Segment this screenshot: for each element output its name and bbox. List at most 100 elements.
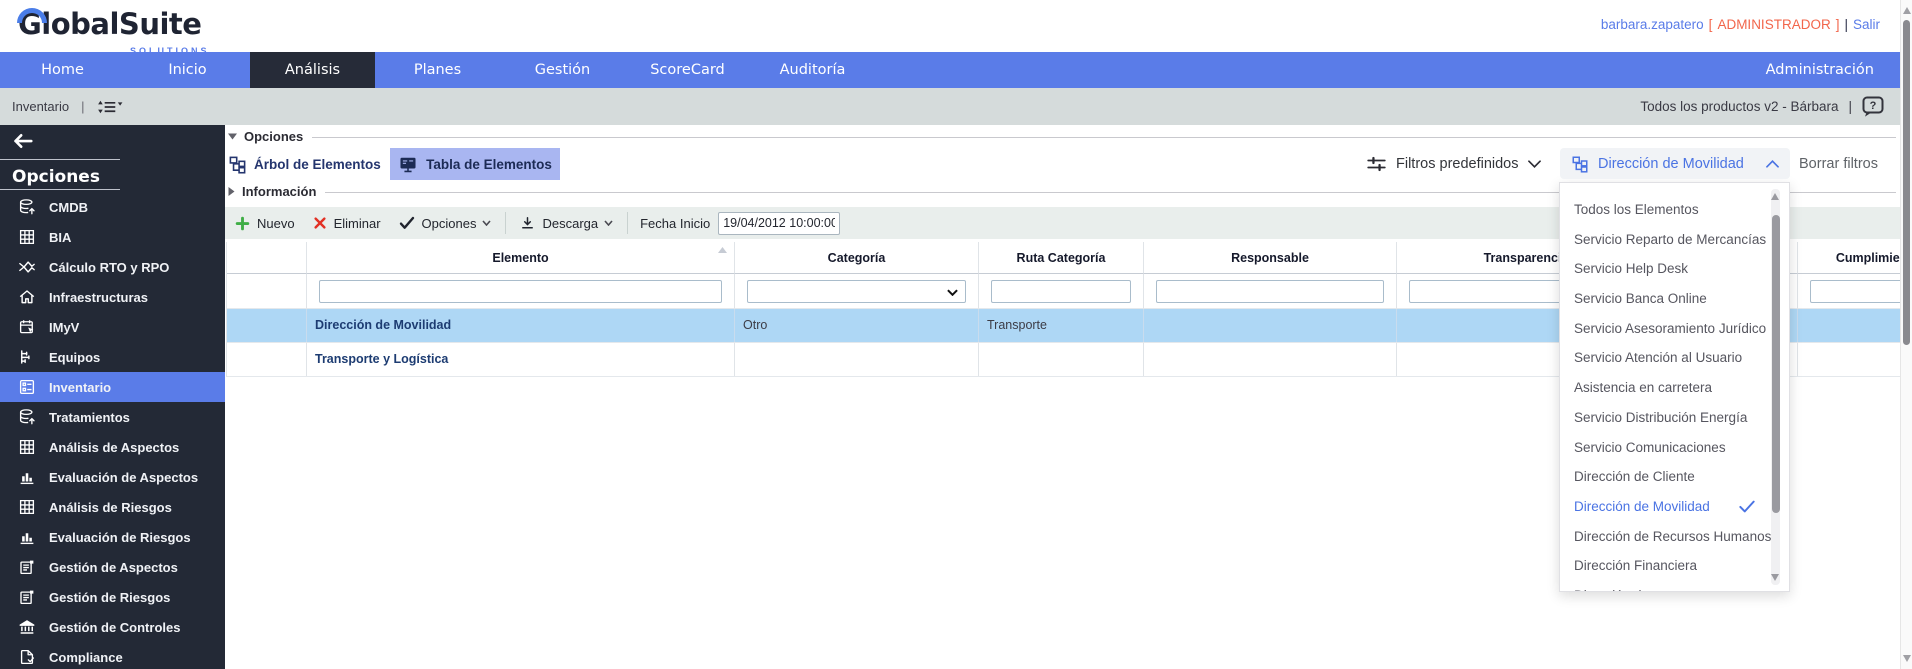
dropdown-option-selected[interactable]: Dirección de Movilidad — [1560, 492, 1789, 522]
sidebar-item-gestion-controles[interactable]: Gestión de Controles — [0, 612, 225, 642]
plus-icon[interactable] — [235, 216, 250, 231]
nav-item-gestion[interactable]: Gestión — [500, 52, 625, 88]
dropdown-option[interactable]: Dirección de Cliente — [1560, 462, 1789, 492]
row-selector-cell[interactable] — [227, 309, 307, 342]
page-scrollbar-thumb[interactable] — [1903, 20, 1910, 345]
check-icon — [1739, 500, 1755, 513]
product-context-label: Todos los productos v2 - Bárbara — [1640, 99, 1838, 114]
sidebar-item-gestion-aspectos[interactable]: Gestión de Aspectos — [0, 552, 225, 582]
dropdown-option[interactable]: Todos los Elementos — [1560, 195, 1789, 225]
chevron-up-icon — [1766, 160, 1779, 168]
dropdown-option-clipped[interactable]: Dirección de — [1560, 581, 1789, 592]
download-icon[interactable] — [520, 215, 535, 231]
start-date-input[interactable] — [718, 212, 840, 235]
collapse-sidebar-button[interactable] — [12, 132, 33, 150]
tab-arbol-elementos[interactable]: Árbol de Elementos — [228, 148, 381, 180]
cell-elemento[interactable]: Transporte y Logística — [307, 343, 735, 376]
sidebar-item-analisis-aspectos[interactable]: Análisis de Aspectos — [0, 432, 225, 462]
username-link[interactable]: barbara.zapatero — [1601, 17, 1704, 32]
nav-item-inicio[interactable]: Inicio — [125, 52, 250, 88]
triangle-down-icon[interactable] — [228, 133, 237, 140]
element-filter-dropdown: Todos los Elementos Servicio Reparto de … — [1559, 182, 1790, 592]
chevron-down-icon — [1528, 160, 1541, 168]
filter-input-ruta-categoria[interactable] — [991, 280, 1131, 303]
sidebar-item-calculo-rto-rpo[interactable]: Cálculo RTO y RPO — [0, 252, 225, 282]
nav-item-auditoria[interactable]: Auditoría — [750, 52, 875, 88]
options-menu-button[interactable]: Opciones — [422, 216, 477, 231]
tab-label: Tabla de Elementos — [426, 157, 552, 172]
sidebar-item-inventario[interactable]: Inventario — [0, 372, 225, 402]
cell-ruta-categoria: Transporte — [979, 309, 1144, 342]
dropdown-option[interactable]: Servicio Banca Online — [1560, 284, 1789, 314]
dropdown-option[interactable]: Servicio Asesoramiento Jurídico — [1560, 314, 1789, 344]
nav-item-administracion[interactable]: Administración — [1766, 52, 1874, 88]
filter-cell-selector — [227, 274, 307, 309]
dropdown-option[interactable]: Dirección de Recursos Humanos — [1560, 522, 1789, 552]
nav-item-analisis[interactable]: Análisis — [250, 52, 375, 88]
sidebar-item-analisis-riesgos[interactable]: Análisis de Riesgos — [0, 492, 225, 522]
column-header-cumplimiento[interactable]: Cumplimiento — [1798, 242, 1912, 274]
sidebar-item-cmdb[interactable]: CMDB — [0, 192, 225, 222]
nav-item-scorecard[interactable]: ScoreCard — [625, 52, 750, 88]
sidebar-item-compliance[interactable]: Compliance — [0, 642, 225, 669]
database-upload-icon — [18, 198, 36, 216]
sort-asc-icon[interactable] — [718, 247, 727, 253]
dropdown-scrollbar-thumb[interactable] — [1772, 215, 1780, 513]
delete-button[interactable]: Eliminar — [334, 216, 381, 231]
column-header-elemento[interactable]: Elemento — [307, 242, 735, 274]
column-header-categoria[interactable]: Categoría — [735, 242, 979, 274]
nav-item-home[interactable]: Home — [0, 52, 125, 88]
column-header-ruta-categoria[interactable]: Ruta Categoría — [979, 242, 1144, 274]
cell-elemento[interactable]: Dirección de Movilidad — [307, 309, 735, 342]
sidebar-item-tratamientos[interactable]: Tratamientos — [0, 402, 225, 432]
dropdown-scrollbar[interactable] — [1771, 189, 1780, 585]
row-selector-cell[interactable] — [227, 343, 307, 376]
dropdown-option[interactable]: Servicio Atención al Usuario — [1560, 343, 1789, 373]
help-icon[interactable]: ? — [1862, 96, 1884, 117]
sidebar-item-imyv[interactable]: IMyV — [0, 312, 225, 342]
active-filter-dropdown-button[interactable]: Dirección de Movilidad — [1560, 148, 1790, 179]
logout-link[interactable]: Salir — [1853, 17, 1880, 32]
sidebar-item-evaluacion-aspectos[interactable]: Evaluación de Aspectos — [0, 462, 225, 492]
delete-x-icon[interactable] — [313, 216, 327, 230]
scroll-up-arrow-icon[interactable] — [1903, 7, 1911, 14]
globalsuite-logo[interactable]: GlobalSuite SOLUTIONS — [18, 5, 238, 51]
filter-input-elemento[interactable] — [319, 280, 722, 303]
sidebar-item-infraestructuras[interactable]: Infraestructuras — [0, 282, 225, 312]
sidebar-item-label: CMDB — [49, 200, 88, 215]
tree-icon — [1571, 155, 1589, 173]
scroll-down-arrow-icon[interactable] — [1903, 655, 1911, 662]
check-icon[interactable] — [399, 216, 415, 230]
download-button[interactable]: Descarga — [542, 216, 598, 231]
tab-tabla-elementos[interactable]: Tabla de Elementos — [390, 148, 560, 180]
chevron-down-icon — [947, 289, 958, 296]
filter-select-categoria[interactable] — [747, 280, 966, 303]
caret-down-icon[interactable] — [604, 220, 613, 226]
sidebar-item-bia[interactable]: BIA — [0, 222, 225, 252]
column-header-responsable[interactable]: Responsable — [1144, 242, 1397, 274]
triangle-right-icon[interactable] — [228, 187, 235, 196]
sort-list-icon[interactable] — [96, 99, 123, 115]
clear-filters-button[interactable]: Borrar filtros — [1799, 156, 1878, 172]
user-session-info: barbara.zapatero [ ADMINISTRADOR ] | Sal… — [1601, 17, 1880, 32]
sidebar-item-evaluacion-riesgos[interactable]: Evaluación de Riesgos — [0, 522, 225, 552]
page-scrollbar[interactable] — [1900, 0, 1912, 669]
caret-down-icon[interactable] — [482, 220, 491, 226]
filter-cell — [1798, 274, 1912, 309]
nav-item-planes[interactable]: Planes — [375, 52, 500, 88]
logo-text: GlobalSuite — [18, 7, 201, 41]
scroll-down-arrow-icon[interactable] — [1771, 574, 1779, 581]
predefined-filters-button[interactable]: Filtros predefinidos — [1366, 151, 1541, 177]
scroll-up-arrow-icon[interactable] — [1771, 193, 1779, 200]
dropdown-option[interactable]: Servicio Comunicaciones — [1560, 433, 1789, 463]
dropdown-option[interactable]: Servicio Help Desk — [1560, 254, 1789, 284]
filter-input-cumplimiento[interactable] — [1810, 280, 1912, 303]
dropdown-option[interactable]: Dirección Financiera — [1560, 551, 1789, 581]
dropdown-option[interactable]: Asistencia en carretera — [1560, 373, 1789, 403]
new-button[interactable]: Nuevo — [257, 216, 295, 231]
sidebar-item-gestion-riesgos[interactable]: Gestión de Riesgos — [0, 582, 225, 612]
dropdown-option[interactable]: Servicio Distribución Energía — [1560, 403, 1789, 433]
filter-input-responsable[interactable] — [1156, 280, 1384, 303]
sidebar-item-equipos[interactable]: Equipos — [0, 342, 225, 372]
dropdown-option[interactable]: Servicio Reparto de Mercancías — [1560, 225, 1789, 255]
